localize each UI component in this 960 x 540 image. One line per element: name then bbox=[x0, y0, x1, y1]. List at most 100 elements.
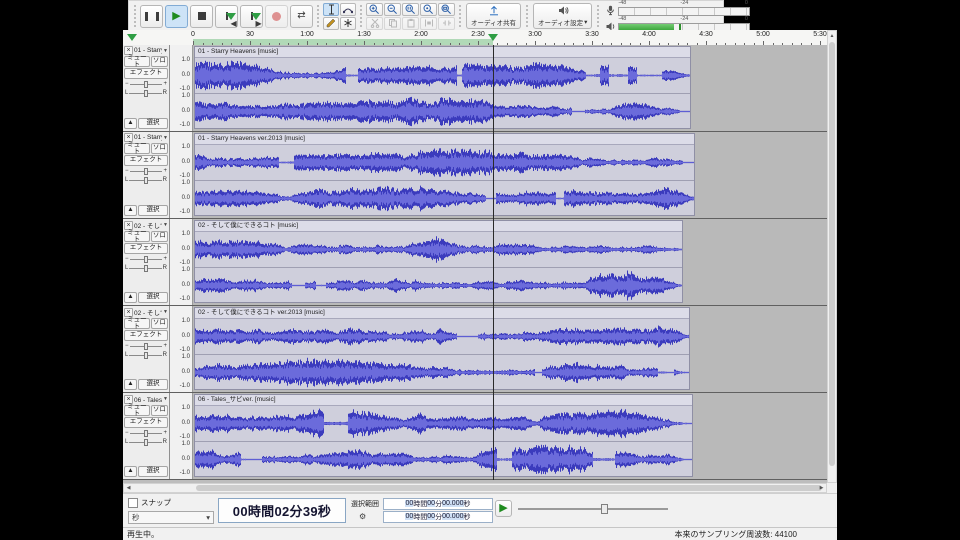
waveform-channel-left[interactable] bbox=[195, 406, 692, 441]
mute-button[interactable]: ミュート bbox=[124, 405, 150, 416]
trim-button[interactable] bbox=[420, 17, 437, 30]
select-button[interactable]: 選択 bbox=[138, 379, 168, 390]
select-button[interactable]: 選択 bbox=[138, 205, 168, 216]
pan-slider-thumb[interactable] bbox=[144, 439, 148, 446]
pan-slider[interactable]: L R bbox=[124, 264, 168, 272]
gain-slider-thumb[interactable] bbox=[144, 343, 148, 350]
effects-button[interactable]: エフェクト bbox=[124, 243, 168, 254]
clip-title[interactable]: 02 - そして僕にできるコト ver.2013 [music] bbox=[195, 308, 689, 319]
collapse-button[interactable]: ▲ bbox=[124, 205, 137, 216]
zoom-toggle-button[interactable] bbox=[420, 3, 437, 16]
vertical-scrollbar[interactable]: ▲ bbox=[827, 30, 837, 483]
collapse-button[interactable]: ▲ bbox=[124, 466, 137, 477]
recording-meter[interactable]: -48-240 bbox=[605, 1, 750, 16]
solo-button[interactable]: ソロ bbox=[151, 231, 168, 242]
collapse-button[interactable]: ▲ bbox=[124, 379, 137, 390]
solo-button[interactable]: ソロ bbox=[151, 318, 168, 329]
pause-button[interactable] bbox=[140, 5, 163, 28]
audio-clip[interactable]: 06 - Tales_サビver. [music] bbox=[194, 394, 693, 477]
selection-start-field[interactable]: 00時間00分00.000秒 bbox=[383, 498, 493, 510]
pan-slider-thumb[interactable] bbox=[144, 90, 148, 97]
track-name-label[interactable]: 01 - Starry Heavens bbox=[134, 47, 162, 54]
gain-slider[interactable]: − + bbox=[124, 167, 168, 175]
vertical-scrollbar-thumb[interactable] bbox=[829, 42, 835, 466]
pinned-playhead-icon[interactable] bbox=[127, 34, 137, 41]
gain-slider-track[interactable] bbox=[130, 430, 163, 437]
toolbar-grip[interactable] bbox=[526, 5, 528, 27]
gain-slider[interactable]: − + bbox=[124, 255, 168, 263]
track-menu-caret-icon[interactable]: ▼ bbox=[163, 396, 168, 402]
waveform-channel-right[interactable] bbox=[195, 442, 692, 477]
zoom-selection-button[interactable] bbox=[402, 3, 419, 16]
clip-title[interactable]: 02 - そして僕にできるコト [music] bbox=[195, 221, 682, 232]
track-waveform-area[interactable]: 01 - Starry Heavens ver.2013 [music] bbox=[193, 132, 827, 218]
snap-checkbox[interactable]: スナップ bbox=[128, 497, 214, 508]
stop-button[interactable] bbox=[190, 5, 213, 28]
toolbar-grip[interactable] bbox=[360, 5, 362, 27]
play-at-speed-button[interactable]: ▶ bbox=[495, 500, 512, 517]
share-audio-button[interactable]: オーディオ共有 bbox=[466, 3, 521, 29]
pan-slider-track[interactable] bbox=[129, 439, 161, 446]
waveform-channel-right[interactable] bbox=[195, 355, 689, 390]
pan-slider-track[interactable] bbox=[129, 177, 161, 184]
play-button[interactable]: ▶ bbox=[165, 5, 188, 28]
mute-button[interactable]: ミュート bbox=[124, 56, 150, 67]
ruler-scale[interactable]: 0301:001:302:002:303:003:304:004:305:005… bbox=[193, 30, 827, 45]
select-button[interactable]: 選択 bbox=[138, 466, 168, 477]
gain-slider-track[interactable] bbox=[130, 256, 163, 263]
selection-tool-button[interactable] bbox=[323, 3, 339, 16]
recording-meter-bar[interactable] bbox=[618, 7, 750, 16]
pan-slider[interactable]: L R bbox=[124, 351, 168, 359]
waveform-channel-left[interactable] bbox=[195, 319, 689, 354]
clip-title[interactable]: 06 - Tales_サビver. [music] bbox=[195, 395, 692, 406]
pan-slider-track[interactable] bbox=[129, 352, 161, 359]
playhead-marker-icon[interactable] bbox=[488, 34, 498, 41]
copy-button[interactable] bbox=[384, 17, 401, 30]
toolbar-grip[interactable] bbox=[597, 5, 599, 27]
scroll-right-arrow-icon[interactable]: ▶ bbox=[817, 485, 826, 491]
gain-slider-thumb[interactable] bbox=[144, 81, 148, 88]
checkbox-icon[interactable] bbox=[128, 498, 138, 508]
gain-slider-track[interactable] bbox=[130, 81, 163, 88]
track-menu-caret-icon[interactable]: ▼ bbox=[163, 135, 168, 141]
gain-slider[interactable]: − + bbox=[124, 342, 168, 350]
skip-to-start-button[interactable]: ◀ bbox=[215, 5, 238, 28]
envelope-tool-button[interactable] bbox=[340, 3, 356, 16]
pan-slider-track[interactable] bbox=[129, 265, 161, 272]
scroll-left-arrow-icon[interactable]: ◀ bbox=[124, 485, 133, 491]
audio-setup-button[interactable]: オーディオ設定▾ bbox=[533, 3, 592, 29]
select-button[interactable]: 選択 bbox=[138, 292, 168, 303]
effects-button[interactable]: エフェクト bbox=[124, 68, 168, 79]
audio-clip[interactable]: 02 - そして僕にできるコト ver.2013 [music] bbox=[194, 307, 690, 390]
gain-slider-thumb[interactable] bbox=[144, 430, 148, 437]
waveform-channel-left[interactable] bbox=[195, 232, 682, 267]
audio-clip[interactable]: 01 - Starry Heavens [music] bbox=[194, 46, 691, 129]
gain-slider-thumb[interactable] bbox=[144, 256, 148, 263]
clip-title[interactable]: 01 - Starry Heavens [music] bbox=[195, 47, 690, 58]
settings-gear-icon[interactable]: ⚙ bbox=[351, 512, 381, 521]
selection-end-field[interactable]: 00時間00分00.000秒 bbox=[383, 511, 493, 523]
gain-slider-track[interactable] bbox=[130, 343, 163, 350]
zoom-in-button[interactable] bbox=[366, 3, 383, 16]
pan-slider-thumb[interactable] bbox=[144, 177, 148, 184]
mute-button[interactable]: ミュート bbox=[124, 318, 150, 329]
waveform-channel-left[interactable] bbox=[195, 58, 690, 93]
solo-button[interactable]: ソロ bbox=[151, 405, 168, 416]
pan-slider[interactable]: L R bbox=[124, 176, 168, 184]
gain-slider-track[interactable] bbox=[130, 168, 163, 175]
pan-slider-track[interactable] bbox=[129, 90, 161, 97]
skip-to-end-button[interactable]: ▶ bbox=[240, 5, 263, 28]
track-menu-caret-icon[interactable]: ▼ bbox=[163, 48, 168, 54]
gain-slider-thumb[interactable] bbox=[144, 168, 148, 175]
zoom-out-button[interactable] bbox=[384, 3, 401, 16]
horizontal-scrollbar[interactable]: ◀ ▶ bbox=[123, 483, 827, 493]
clip-title[interactable]: 01 - Starry Heavens ver.2013 [music] bbox=[195, 134, 694, 145]
loop-button[interactable]: ⇄ bbox=[290, 5, 313, 28]
effects-button[interactable]: エフェクト bbox=[124, 417, 168, 428]
collapse-button[interactable]: ▲ bbox=[124, 118, 137, 129]
collapse-button[interactable]: ▲ bbox=[124, 292, 137, 303]
fit-project-button[interactable] bbox=[438, 3, 455, 16]
multi-tool-button[interactable] bbox=[340, 17, 356, 30]
waveform-channel-right[interactable] bbox=[195, 181, 694, 216]
waveform-channel-right[interactable] bbox=[195, 268, 682, 303]
